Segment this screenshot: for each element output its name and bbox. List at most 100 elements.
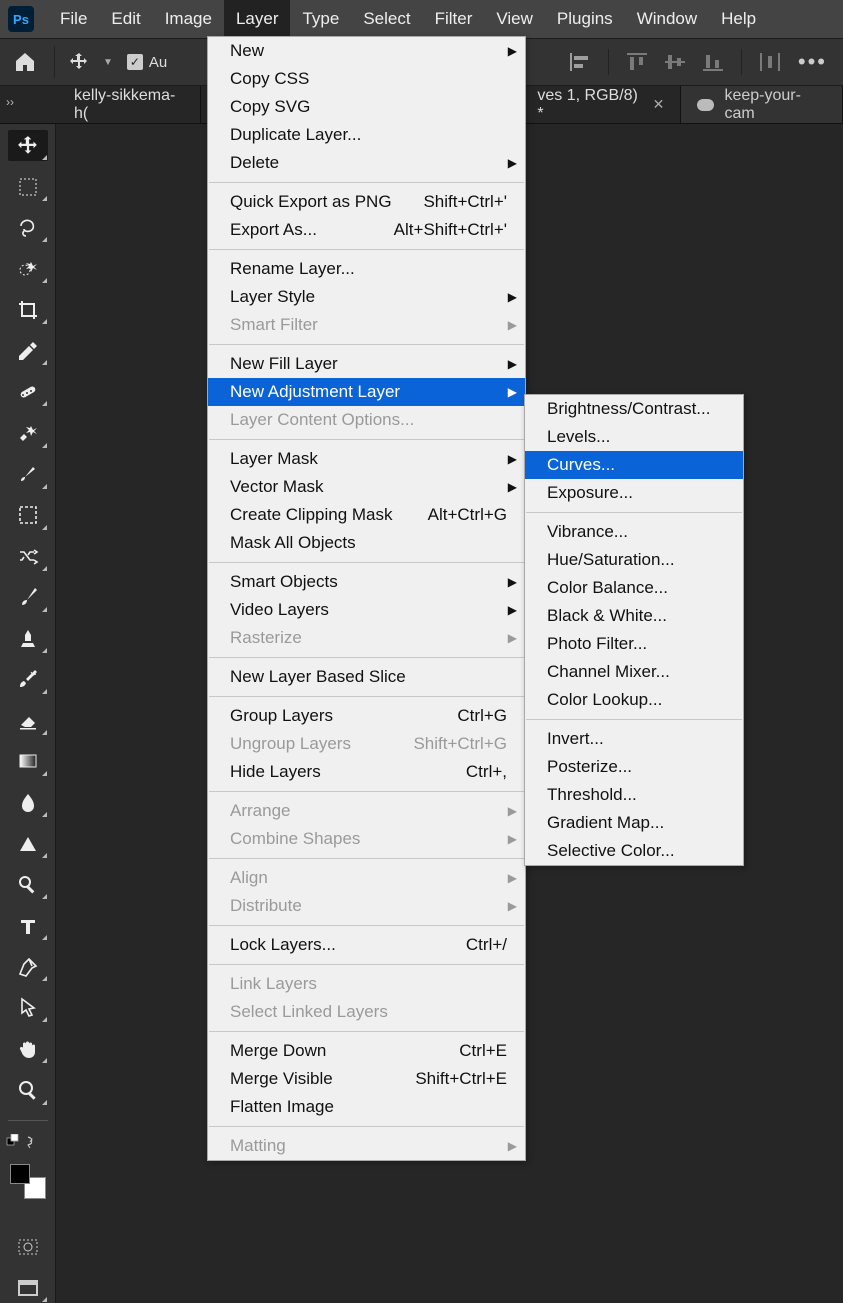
menu-window[interactable]: Window: [625, 0, 709, 38]
menu-item[interactable]: Mask All Objects: [208, 529, 525, 557]
shape-tool[interactable]: [8, 828, 48, 859]
submenu-arrow-icon: ▶: [508, 1139, 517, 1153]
menu-item-label: Copy SVG: [230, 97, 310, 117]
clone-stamp-tool[interactable]: [8, 623, 48, 654]
shuffle-tool[interactable]: [8, 541, 48, 572]
menu-item[interactable]: Vector Mask▶: [208, 473, 525, 501]
menu-item[interactable]: Selective Color...: [525, 837, 743, 865]
menu-item[interactable]: Video Layers▶: [208, 596, 525, 624]
menu-item[interactable]: Create Clipping MaskAlt+Ctrl+G: [208, 501, 525, 529]
history-brush-tool[interactable]: [8, 664, 48, 695]
menu-item[interactable]: New Fill Layer▶: [208, 350, 525, 378]
menu-item[interactable]: Duplicate Layer...: [208, 121, 525, 149]
close-tab-icon[interactable]: ✕: [653, 96, 665, 113]
menu-item[interactable]: New Adjustment Layer▶: [208, 378, 525, 406]
zoom-tool[interactable]: [8, 1074, 48, 1105]
frame-tool[interactable]: [8, 500, 48, 531]
menu-type[interactable]: Type: [290, 0, 351, 38]
distribute-icon[interactable]: [760, 53, 780, 71]
home-icon[interactable]: [10, 47, 40, 77]
menu-item[interactable]: Vibrance...: [525, 518, 743, 546]
menu-item[interactable]: Gradient Map...: [525, 809, 743, 837]
menu-item[interactable]: Flatten Image: [208, 1093, 525, 1121]
menu-item[interactable]: Exposure...: [525, 479, 743, 507]
menu-item[interactable]: Hue/Saturation...: [525, 546, 743, 574]
menu-file[interactable]: File: [48, 0, 99, 38]
menu-item[interactable]: Threshold...: [525, 781, 743, 809]
quick-selection-tool[interactable]: [8, 253, 48, 284]
menu-item[interactable]: Merge VisibleShift+Ctrl+E: [208, 1065, 525, 1093]
menu-item[interactable]: Copy CSS: [208, 65, 525, 93]
menu-item[interactable]: Delete▶: [208, 149, 525, 177]
spot-healing-tool[interactable]: [8, 417, 48, 448]
blur-tool[interactable]: [8, 787, 48, 818]
menu-edit[interactable]: Edit: [99, 0, 152, 38]
menu-item[interactable]: Invert...: [525, 725, 743, 753]
menu-item[interactable]: Levels...: [525, 423, 743, 451]
tab-document-2[interactable]: ves 1, RGB/8) *✕: [521, 86, 681, 123]
menu-item[interactable]: Rename Layer...: [208, 255, 525, 283]
menu-item[interactable]: Posterize...: [525, 753, 743, 781]
foreground-swatch[interactable]: [10, 1164, 30, 1184]
auto-select-checkbox[interactable]: ✓Au: [127, 54, 167, 71]
menu-item[interactable]: Smart Objects▶: [208, 568, 525, 596]
menu-item[interactable]: Group LayersCtrl+G: [208, 702, 525, 730]
menu-item[interactable]: Copy SVG: [208, 93, 525, 121]
eraser-tool[interactable]: [8, 705, 48, 736]
align-bottom-icon[interactable]: [703, 53, 723, 71]
quickmask-tool[interactable]: [8, 1231, 48, 1262]
menu-item[interactable]: New Layer Based Slice: [208, 663, 525, 691]
menu-item[interactable]: New▶: [208, 37, 525, 65]
dodge-tool[interactable]: [8, 869, 48, 900]
menu-item[interactable]: Photo Filter...: [525, 630, 743, 658]
menu-plugins[interactable]: Plugins: [545, 0, 625, 38]
hand-tool[interactable]: [8, 1033, 48, 1064]
expand-tabs-icon[interactable]: ››: [6, 95, 14, 109]
type-tool[interactable]: [8, 910, 48, 941]
menu-image[interactable]: Image: [153, 0, 224, 38]
path-selection-tool[interactable]: [8, 992, 48, 1023]
menu-filter[interactable]: Filter: [423, 0, 485, 38]
marquee-tool[interactable]: [8, 171, 48, 202]
tab-document-3[interactable]: keep-your-cam: [681, 86, 843, 123]
menu-item[interactable]: Color Balance...: [525, 574, 743, 602]
menu-item[interactable]: Layer Style▶: [208, 283, 525, 311]
gradient-tool[interactable]: [8, 746, 48, 777]
menu-item[interactable]: Lock Layers...Ctrl+/: [208, 931, 525, 959]
lasso-tool[interactable]: [8, 212, 48, 243]
pen-tool[interactable]: [8, 951, 48, 982]
menu-item[interactable]: Color Lookup...: [525, 686, 743, 714]
menu-item-label: Ungroup Layers: [230, 734, 351, 754]
tab-document-1[interactable]: kelly-sikkema-h(: [58, 86, 201, 123]
crop-tool[interactable]: [8, 294, 48, 325]
tool-preset-chevron-icon[interactable]: ▼: [103, 57, 113, 68]
more-options-icon[interactable]: •••: [798, 49, 827, 75]
screenmode-tool[interactable]: [8, 1272, 48, 1303]
menu-view[interactable]: View: [484, 0, 545, 38]
menu-item[interactable]: Brightness/Contrast...: [525, 395, 743, 423]
menu-item[interactable]: Curves...: [525, 451, 743, 479]
menu-layer[interactable]: Layer: [224, 0, 291, 38]
submenu-arrow-icon: ▶: [508, 156, 517, 170]
menu-item[interactable]: Export As...Alt+Shift+Ctrl+': [208, 216, 525, 244]
menu-item[interactable]: Merge DownCtrl+E: [208, 1037, 525, 1065]
menu-item[interactable]: Black & White...: [525, 602, 743, 630]
menu-select[interactable]: Select: [351, 0, 422, 38]
menu-item[interactable]: Quick Export as PNGShift+Ctrl+': [208, 188, 525, 216]
paint-brush-tool[interactable]: [8, 582, 48, 613]
move-tool[interactable]: [8, 130, 48, 161]
move-tool-icon[interactable]: [69, 52, 89, 72]
app-logo[interactable]: Ps: [8, 6, 34, 32]
align-top-icon[interactable]: [627, 53, 647, 71]
color-swatches[interactable]: [10, 1164, 46, 1199]
align-vcenter-icon[interactable]: [665, 53, 685, 71]
menu-help[interactable]: Help: [709, 0, 768, 38]
healing-brush-tool[interactable]: [8, 376, 48, 407]
menu-item[interactable]: Layer Mask▶: [208, 445, 525, 473]
brush-tool[interactable]: [8, 459, 48, 490]
align-left-icon[interactable]: [570, 53, 590, 71]
menu-item[interactable]: Channel Mixer...: [525, 658, 743, 686]
swap-swatches-icon[interactable]: [6, 1134, 42, 1148]
menu-item[interactable]: Hide LayersCtrl+,: [208, 758, 525, 786]
eyedropper-tool[interactable]: [8, 335, 48, 366]
